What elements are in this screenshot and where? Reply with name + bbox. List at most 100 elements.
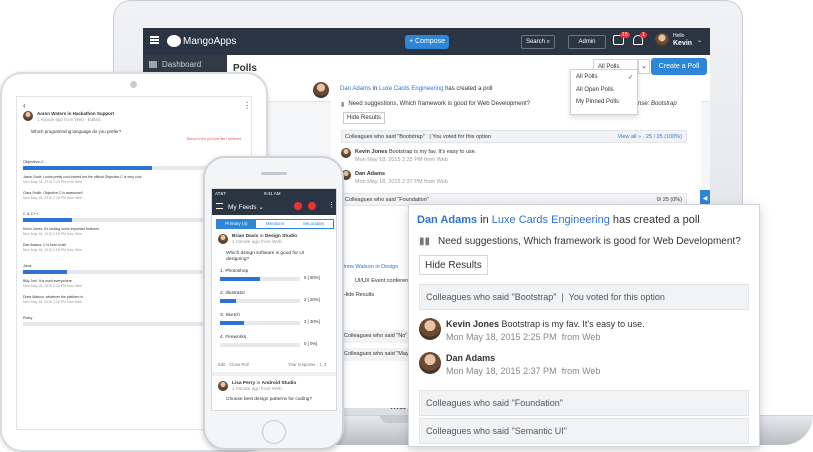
hello-text: Hello <box>673 33 685 39</box>
group-link[interactable]: Luxe Cards Engineering <box>492 214 610 226</box>
group-link[interactable]: Luxe Cards Engineering <box>379 86 443 92</box>
said-bootstrap-label: Colleagues who said "Bootstrap" <box>345 134 425 140</box>
menu-icon[interactable] <box>216 203 223 209</box>
comment-source: from Web <box>424 179 448 185</box>
in-text: in <box>259 234 264 239</box>
comment-author[interactable]: Kevin Jones <box>446 319 499 329</box>
tab-primary[interactable]: Primary (4) <box>217 220 256 228</box>
commenter-avatar <box>419 318 441 340</box>
more-icon[interactable]: ⋮ <box>328 201 335 209</box>
poster-name[interactable]: Lisa Perry <box>232 381 255 386</box>
poll-option-percent: 5 [ 50%] <box>304 275 320 280</box>
edit-close-poll[interactable]: Edit · Close Poll <box>218 362 249 367</box>
your-response: Your response : 1, 3 <box>288 362 327 367</box>
tablet-camera <box>130 81 137 88</box>
poll-filter-dropdown: All Polls ✓ All Open Polls My Pinned Poll… <box>570 69 638 115</box>
poll-option-bar <box>220 277 300 281</box>
create-poll-button[interactable]: Create a Poll <box>651 58 707 75</box>
chevron-down-icon[interactable]: ⌄ <box>697 37 702 44</box>
feeds-title[interactable]: My Feeds ⌄ <box>228 203 264 211</box>
more-icon[interactable]: ⋮ <box>243 101 251 110</box>
group-link[interactable]: in Design <box>375 264 398 270</box>
check-icon: ✓ <box>627 75 633 81</box>
phone-question: Which design software is good for UI des… <box>226 251 305 262</box>
phone-post-header: Brian Davis in Design Studio 1 minute ag… <box>232 234 297 246</box>
comment-text: Drew Watson: whatever the platform is <box>23 295 83 299</box>
zoomed-poll-card: Dan Adams in Luxe Cards Engineering has … <box>408 204 760 447</box>
foundation-count: 0/ 25 (0%) <box>656 197 682 203</box>
comment-source: from Web <box>424 157 448 163</box>
back-icon[interactable]: ‹ <box>23 101 26 110</box>
notification-icon[interactable] <box>294 202 302 210</box>
chat-icon[interactable] <box>308 202 316 210</box>
poster-group[interactable]: in Hackathon Support <box>67 111 114 116</box>
menu-item-all-polls[interactable]: All Polls ✓ <box>571 70 637 84</box>
comment-time: Mon May 18, 2015 2:18 PM from Web <box>23 180 83 184</box>
menu-item-open-polls[interactable]: All Open Polls <box>571 84 637 96</box>
notification-badge: 1 <box>640 32 647 38</box>
search-icon: ⌕ <box>546 39 551 45</box>
tab-mentions[interactable]: Mentions <box>256 220 295 228</box>
author-link[interactable]: Dan Adams <box>340 86 371 92</box>
comment-author[interactable]: Kevin Jones <box>355 149 387 155</box>
comment-time: Mon May 18, 2015 2:18 PM from Web <box>23 232 83 236</box>
view-all-link[interactable]: View all » · 25 / 25 (100%) <box>618 134 682 140</box>
comment-source: from Web <box>561 366 601 376</box>
poll-option-fill <box>220 277 260 281</box>
bar-chart-icon: ▮▮ <box>419 236 431 247</box>
menu-item-pinned-polls[interactable]: My Pinned Polls <box>571 96 637 108</box>
home-icon <box>149 61 157 68</box>
comment-time: Mon May 18, 2015 2:18 PM from Web <box>23 300 83 304</box>
tab-secondary[interactable]: Secondary <box>294 220 333 228</box>
poll-option-bar <box>220 343 300 347</box>
user-avatar[interactable] <box>655 33 669 47</box>
compose-button[interactable]: + Compose <box>405 35 449 49</box>
poster-name[interactable]: Aaron Waters <box>37 111 66 116</box>
comment-author[interactable]: Dan Adams <box>446 353 495 363</box>
tablet-post-header: Aaron Waters in Hackathon Support 1 minu… <box>37 111 114 123</box>
chevron-down-icon[interactable]: ⌄ <box>638 59 650 74</box>
feed-tabs: Primary (4) Mentions Secondary <box>216 219 334 229</box>
poll-header-line: Dan Adams in Luxe Cards Engineering has … <box>340 86 492 92</box>
comment-time: Mon May 18, 2015 2:37 PM <box>446 366 557 376</box>
post-meta: 1 minute ago from Web · Edited <box>37 117 101 122</box>
poster-group[interactable]: Android Studio <box>262 381 297 386</box>
poll-2-header: Drew Watson in Design <box>341 264 398 270</box>
comment-text: Billy Joel: It is used everywhere <box>23 279 72 283</box>
search-button[interactable]: Search ⌕ <box>521 35 555 49</box>
tablet-comment: Dan Adams: C is best of all! Mon May 18, … <box>23 243 82 253</box>
poll-option-bar <box>220 299 300 303</box>
sidebar-item-dashboard[interactable]: Dashboard <box>149 60 201 69</box>
created-text: has created a poll <box>445 86 493 92</box>
tablet-question: Which programming language do you prefer… <box>31 129 122 134</box>
poster-avatar <box>218 234 228 244</box>
tablet-comment: Kevin Jones: It's lacking some important… <box>23 227 99 237</box>
phone-home-button[interactable] <box>262 420 286 444</box>
hide-results-button[interactable]: Hide Results <box>343 292 374 298</box>
hide-results-button[interactable]: Hide Results <box>343 112 386 124</box>
menu-item-label: All Polls <box>576 74 598 80</box>
author-link[interactable]: Dan Adams <box>417 214 477 226</box>
comment-1: Kevin Jones Bootstrap is my fav. It's ea… <box>355 148 476 164</box>
option-label: Java <box>23 263 32 268</box>
hide-results-button[interactable]: Hide Results <box>419 255 488 275</box>
poster-avatar <box>23 111 33 121</box>
phone-question-2: Choose best design patterns for coding? <box>226 397 313 402</box>
admin-button[interactable]: Admin <box>568 35 606 49</box>
phone-navbar: My Feeds ⌄ ⋮ <box>212 198 336 215</box>
in-text: in <box>256 381 261 386</box>
search-label: Search <box>525 39 545 45</box>
said-bootstrap-row: Colleagues who said "Bootstrap" | You vo… <box>341 130 687 143</box>
poll-header-line: Dan Adams in Luxe Cards Engineering has … <box>417 214 700 226</box>
tablet-comment: Drew Watson: whatever the platform is Mon… <box>23 295 83 305</box>
poster-name[interactable]: Brian Davis <box>232 234 258 239</box>
comment-text: Jason Scott: Looks pretty cool indeed bu… <box>23 175 142 179</box>
brand-name: MangoApps <box>183 36 237 47</box>
poll-option-fill <box>220 321 244 325</box>
poster-group[interactable]: Design Studio <box>265 234 297 239</box>
author-link[interactable]: Drew Watson <box>341 264 374 270</box>
chevron-down-icon: ⌄ <box>258 204 264 211</box>
menu-icon[interactable] <box>150 36 159 44</box>
comment-author[interactable]: Dan Adams <box>355 171 385 177</box>
phone-speaker <box>261 172 287 175</box>
